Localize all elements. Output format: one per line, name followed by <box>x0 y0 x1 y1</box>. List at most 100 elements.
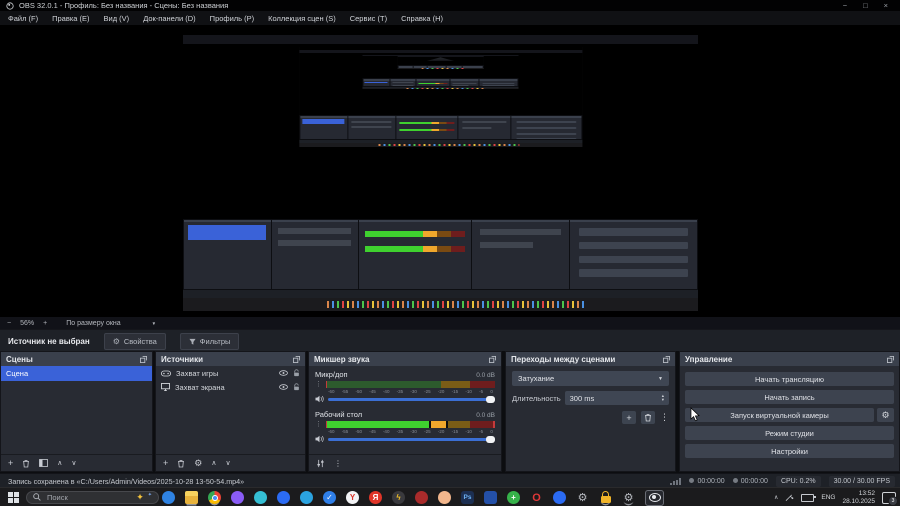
lock-icon[interactable] <box>293 369 300 377</box>
lock-icon[interactable] <box>293 383 300 391</box>
remove-scene-button[interactable] <box>22 459 30 468</box>
move-scene-up-button[interactable]: ∧ <box>57 460 62 467</box>
scenes-panel-title: Сцены <box>6 354 33 364</box>
mixer-panel-title: Микшер звука <box>314 354 370 364</box>
taskbar-app-chrome[interactable] <box>208 491 221 504</box>
spinner-arrows[interactable]: ▴ ▾ <box>662 393 664 402</box>
taskbar-app-settings-gear-2[interactable]: ⚙ <box>622 491 635 504</box>
duration-input[interactable]: 300 ms ▴ ▾ <box>564 391 669 405</box>
taskbar-app-camera-app[interactable] <box>277 491 290 504</box>
panel-popout-icon[interactable] <box>489 355 496 363</box>
zoom-in-button[interactable]: + <box>43 320 47 327</box>
preview-canvas[interactable] <box>0 25 900 317</box>
taskbar-app-compass-app[interactable] <box>254 491 267 504</box>
channel-kebab-icon[interactable]: ⋮ <box>315 421 322 428</box>
speaker-icon[interactable] <box>315 395 324 403</box>
speaker-icon[interactable] <box>315 435 324 443</box>
copilot-sparkle-icon-small: ✦ <box>147 491 152 498</box>
mouse-cursor <box>690 407 700 422</box>
panel-popout-icon[interactable] <box>140 355 147 363</box>
taskbar-app-photoshop[interactable]: Ps <box>461 491 474 504</box>
taskbar-app-lock-app[interactable] <box>599 491 612 504</box>
menu-item-2[interactable]: Вид (V) <box>104 14 130 23</box>
taskbar-app-telegram[interactable] <box>300 491 313 504</box>
move-source-down-button[interactable]: ∨ <box>225 460 230 467</box>
zoom-out-button[interactable]: − <box>7 320 11 327</box>
add-transition-button[interactable]: + <box>622 411 636 424</box>
move-scene-down-button[interactable]: ∨ <box>71 460 76 467</box>
channel-kebab-icon[interactable]: ⋮ <box>315 381 322 388</box>
start-button[interactable] <box>8 492 19 503</box>
taskbar-app-edge[interactable] <box>162 491 175 504</box>
panel-popout-icon[interactable] <box>887 355 894 363</box>
menu-item-5[interactable]: Коллекция сцен (S) <box>268 14 336 23</box>
taskbar-app-lightning-app[interactable]: ϟ <box>392 491 405 504</box>
zoom-fit-mode[interactable]: По размеру окна <box>66 320 120 327</box>
move-source-up-button[interactable]: ∧ <box>211 460 216 467</box>
menu-item-4[interactable]: Профиль (P) <box>210 14 254 23</box>
volume-slider[interactable] <box>328 395 495 403</box>
properties-button[interactable]: ⚙ Свойства <box>103 332 166 350</box>
menu-item-3[interactable]: Док-панели (D) <box>143 14 195 23</box>
source-item-screen-capture[interactable]: Захват экрана <box>156 380 305 394</box>
notification-center-icon[interactable]: 3 <box>882 491 898 506</box>
language-indicator[interactable]: ENG <box>821 494 835 501</box>
stream-health-icon <box>670 477 682 485</box>
dropdown-caret-icon: ▼ <box>658 375 663 382</box>
taskbar-app-darkred-app[interactable] <box>415 491 428 504</box>
audio-faders-icon[interactable] <box>316 459 325 468</box>
taskbar-app-green-app[interactable]: + <box>507 491 520 504</box>
taskbar-search[interactable]: ✦ ✦ <box>26 490 159 504</box>
taskbar-app-opera[interactable]: O <box>530 491 543 504</box>
zoom-dropdown-caret-icon[interactable]: ▼ <box>152 321 156 326</box>
remove-transition-button[interactable] <box>641 411 655 424</box>
battery-icon[interactable] <box>801 493 816 502</box>
hidden-icons-chevron[interactable]: ∧ <box>774 494 778 501</box>
menu-item-0[interactable]: Файл (F) <box>8 14 38 23</box>
menu-item-7[interactable]: Справка (H) <box>401 14 443 23</box>
remove-source-button[interactable] <box>177 459 185 468</box>
taskbar-app-obs-studio[interactable] <box>645 489 664 506</box>
menu-item-1[interactable]: Правка (E) <box>52 14 89 23</box>
panel-popout-icon[interactable] <box>293 355 300 363</box>
menu-item-6[interactable]: Сервис (T) <box>350 14 387 23</box>
taskbar-app-file-explorer[interactable] <box>185 491 198 504</box>
scene-item-selected[interactable]: Сцена <box>1 366 152 381</box>
start-recording-button[interactable]: Начать запись <box>685 390 894 404</box>
taskbar-app-settings-gear[interactable]: ⚙ <box>576 491 589 504</box>
source-properties-gear-button[interactable]: ⚙ <box>194 458 202 467</box>
search-input[interactable] <box>45 491 133 503</box>
settings-button[interactable]: Настройки <box>685 444 894 458</box>
taskbar-app-blue-square-app[interactable] <box>484 491 497 504</box>
minimize-button[interactable]: − <box>843 1 847 10</box>
transition-select[interactable]: Затухание ▼ <box>512 371 669 386</box>
start-streaming-button[interactable]: Начать трансляцию <box>685 372 894 386</box>
usb-device-icon[interactable] <box>785 494 794 502</box>
virtual-camera-config-button[interactable]: ⚙ <box>877 408 894 422</box>
taskbar-app-camera-app-2[interactable] <box>553 491 566 504</box>
close-button[interactable]: × <box>884 1 888 10</box>
panel-popout-icon[interactable] <box>663 355 670 363</box>
visibility-eye-icon[interactable] <box>279 370 288 376</box>
add-scene-button[interactable]: + <box>8 458 13 468</box>
volume-slider-handle[interactable] <box>486 435 495 443</box>
filters-button[interactable]: Фильтры <box>179 332 240 350</box>
taskbar-app-purple-app[interactable] <box>231 491 244 504</box>
taskbar-app-y-app[interactable]: Y <box>346 491 359 504</box>
studio-mode-button[interactable]: Режим студии <box>685 426 894 440</box>
mixer-kebab-icon[interactable]: ⋮ <box>334 459 342 467</box>
maximize-button[interactable]: □ <box>863 1 868 10</box>
taskbar-app-peach-app[interactable] <box>438 491 451 504</box>
taskbar-app-yandex-browser[interactable]: Я <box>369 491 382 504</box>
volume-slider-handle[interactable] <box>486 395 495 403</box>
mixer-toolbar: ⋮ <box>309 454 501 471</box>
source-item-game-capture[interactable]: Захват игры <box>156 366 305 380</box>
start-virtual-camera-button[interactable]: Запуск виртуальной камеры <box>685 408 874 422</box>
transition-kebab-icon[interactable]: ⋮ <box>660 412 669 423</box>
taskbar-app-check-app[interactable]: ✓ <box>323 491 336 504</box>
scene-filters-button[interactable] <box>39 459 49 467</box>
visibility-eye-icon[interactable] <box>279 384 288 390</box>
add-source-button[interactable]: + <box>163 458 168 468</box>
clock[interactable]: 13:52 28.10.2025 <box>842 490 875 505</box>
volume-slider[interactable] <box>328 435 495 443</box>
